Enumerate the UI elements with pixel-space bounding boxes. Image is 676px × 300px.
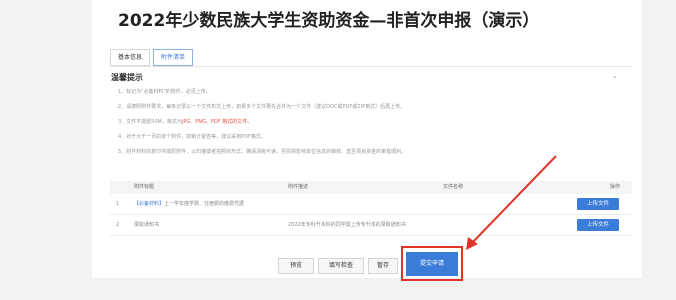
arrow-line (471, 155, 557, 244)
annotation-arrow-icon (466, 155, 557, 250)
